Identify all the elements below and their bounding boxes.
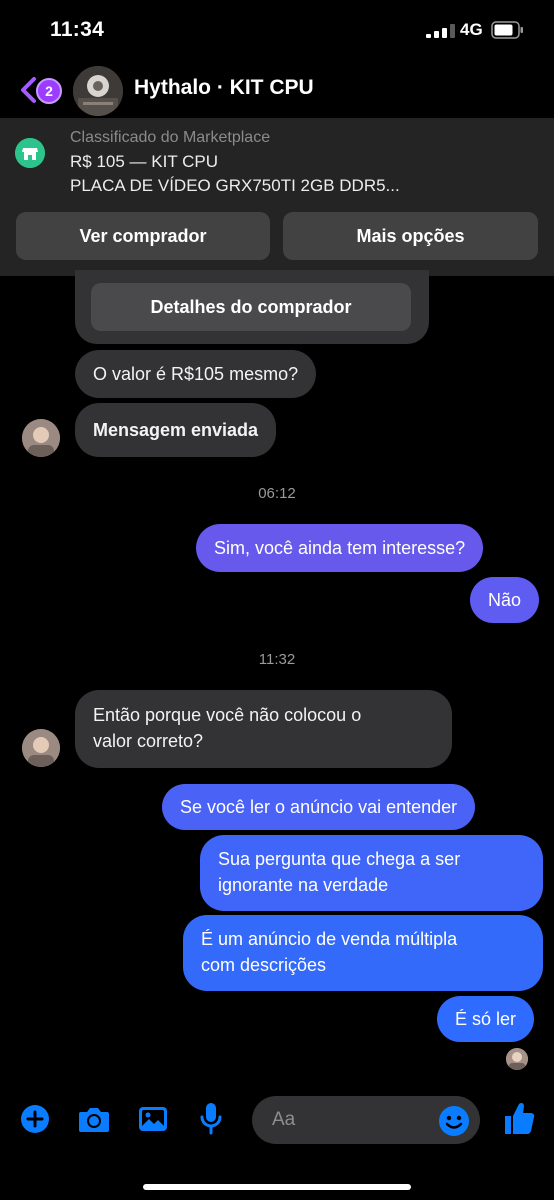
chat-header: 2 Hythalo · KIT CPU	[0, 62, 554, 118]
message-incoming[interactable]: O valor é R$105 mesmo?	[75, 350, 317, 398]
emoji-icon[interactable]	[438, 1105, 470, 1137]
chat-title[interactable]: Hythalo · KIT CPU	[134, 76, 314, 100]
avatar-photo-icon	[73, 66, 123, 116]
timestamp: 06:12	[258, 485, 296, 502]
avatar-photo-icon	[506, 1048, 528, 1070]
buyer-details-button[interactable]: Detalhes do comprador	[91, 283, 411, 331]
marketplace-listing-panel: Classificado do Marketplace R$ 105 — KIT…	[0, 118, 554, 276]
message-line: Sua pergunta que chega a ser	[218, 849, 461, 869]
avatar-photo-icon	[22, 419, 60, 457]
message-line: valor correto?	[93, 731, 204, 751]
message-outgoing[interactable]: É um anúncio de venda múltipla com descr…	[183, 915, 543, 991]
network-label: 4G	[460, 20, 483, 39]
plus-icon[interactable]	[20, 1104, 50, 1134]
signal-icon	[426, 24, 455, 38]
seen-receipt-avatar	[506, 1048, 528, 1070]
status-time: 11:34	[50, 18, 105, 41]
marketplace-store-icon	[15, 138, 45, 168]
sender-avatar[interactable]	[22, 419, 60, 457]
message-line: É um anúncio de venda múltipla	[201, 929, 458, 949]
more-options-button[interactable]: Mais opções	[283, 212, 538, 260]
message-outgoing[interactable]: Sua pergunta que chega a ser ignorante n…	[200, 835, 543, 911]
home-indicator	[143, 1184, 411, 1190]
message-input[interactable]: Aa	[252, 1096, 480, 1144]
composer-bar: Aa	[0, 1090, 554, 1152]
see-buyer-button[interactable]: Ver comprador	[16, 212, 270, 260]
message-line: ignorante na verdade	[218, 875, 389, 895]
message-incoming[interactable]: Então porque você não colocou o valor co…	[75, 690, 452, 768]
status-bar: 11:34 4G	[0, 0, 554, 60]
message-outgoing[interactable]: Se você ler o anúncio vai entender	[162, 784, 476, 830]
timestamp: 11:32	[258, 651, 296, 668]
message-line: Então porque você não colocou o	[93, 705, 362, 725]
message-outgoing[interactable]: Não	[470, 577, 540, 623]
contact-avatar[interactable]	[73, 66, 123, 116]
unread-badge: 2	[36, 78, 62, 104]
battery-icon	[491, 21, 523, 39]
message-outgoing[interactable]: Sim, você ainda tem interesse?	[196, 524, 484, 572]
chevron-left-icon	[21, 77, 36, 103]
message-input-placeholder: Aa	[272, 1109, 296, 1130]
camera-icon[interactable]	[77, 1104, 111, 1134]
gallery-icon[interactable]	[138, 1104, 168, 1134]
back-button[interactable]: 2	[14, 72, 64, 106]
sender-avatar[interactable]	[22, 729, 60, 767]
listing-price: R$ 105 — KIT CPU	[70, 152, 219, 171]
message-line: com descrições	[201, 955, 327, 975]
message-incoming[interactable]: Mensagem enviada	[75, 403, 277, 457]
listing-description: PLACA DE VÍDEO GRX750TI 2GB DDR5...	[70, 176, 400, 195]
message-outgoing[interactable]: É só ler	[437, 996, 535, 1042]
thumbs-up-icon[interactable]	[502, 1100, 536, 1136]
listing-subtitle: Classificado do Marketplace	[70, 129, 271, 146]
avatar-photo-icon	[22, 729, 60, 767]
microphone-icon[interactable]	[199, 1102, 223, 1136]
